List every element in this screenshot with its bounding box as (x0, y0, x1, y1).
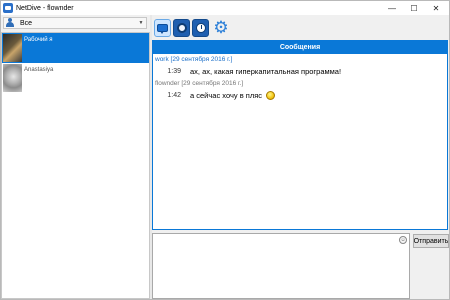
message-row: 1:42 а сейчас хочу в пляс (153, 89, 447, 101)
window-title: NetDive - flownder (16, 4, 74, 12)
window-controls: — ☐ ✕ (381, 1, 447, 15)
message-input[interactable]: ☺ (152, 233, 410, 299)
contact-item-anastasiya[interactable]: Anastasiya (2, 63, 149, 93)
app-icon (3, 3, 13, 13)
message-text: а сейчас хочу в пляс (190, 90, 263, 100)
contact-name: Anastasiya (24, 67, 54, 73)
camera-tab[interactable] (173, 19, 190, 37)
close-icon[interactable]: ✕ (425, 1, 447, 15)
avatar (3, 34, 22, 62)
history-tab[interactable] (192, 19, 209, 37)
camera-icon (176, 23, 187, 33)
dancing-smiley-icon (266, 90, 276, 100)
maximize-icon[interactable]: ☐ (403, 1, 425, 15)
message-row: 1:39 ах, ах, какая гиперкапитальная прог… (153, 65, 447, 77)
minimize-icon[interactable]: — (381, 1, 403, 15)
messages-tab[interactable] (154, 19, 171, 37)
emoji-icon[interactable]: ☺ (399, 236, 407, 244)
settings-gear-icon[interactable]: ⚙ (213, 20, 229, 37)
contact-list: Рабочий я Anastasiya (1, 32, 150, 299)
filter-label: Все (20, 19, 33, 27)
avatar (3, 64, 22, 92)
users-icon (5, 18, 17, 28)
chat-toolbar: ⚙ (152, 17, 449, 39)
message-sender: work [29 сентября 2016 г.] (155, 56, 233, 63)
history-icon (195, 23, 206, 33)
contact-item-work[interactable]: Рабочий я (2, 33, 149, 63)
message-time: 1:39 (167, 67, 181, 75)
contact-filter-dropdown[interactable]: Все ▼ (3, 17, 147, 29)
app-window: NetDive - flownder — ☐ ✕ Все ▼ Рабочий я… (0, 0, 450, 300)
contact-name: Рабочий я (24, 37, 53, 43)
message-text: ах, ах, какая гиперкапитальная программа… (190, 66, 342, 76)
title-bar: NetDive - flownder — ☐ ✕ (1, 1, 449, 15)
chevron-down-icon: ▼ (138, 20, 144, 26)
messages-header: Сообщения (153, 41, 447, 54)
message-sender: flownder [29 сентября 2016 г.] (155, 80, 244, 87)
messages-pane: Сообщения work [29 сентября 2016 г.] 1:3… (152, 40, 448, 230)
contacts-panel: Все ▼ Рабочий я Anastasiya (1, 15, 150, 299)
messages-icon (157, 24, 168, 34)
send-button[interactable]: Отправить (413, 234, 449, 248)
message-time: 1:42 (167, 91, 181, 99)
